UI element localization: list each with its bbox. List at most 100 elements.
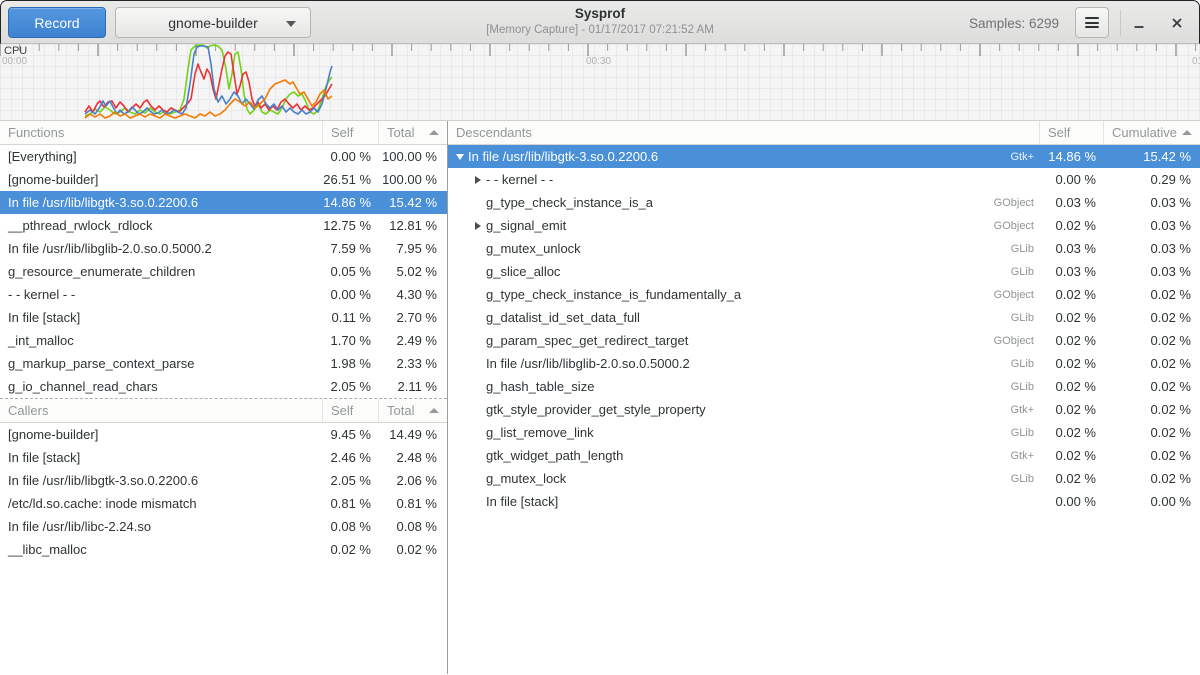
self-value: 0.02 % — [1040, 471, 1104, 486]
descendant-row[interactable]: g_type_check_instance_is_aGObject0.03 %0… — [448, 191, 1200, 214]
self-value: 0.02 % — [1040, 287, 1104, 302]
function-name: In file /usr/lib/libgtk-3.so.0.2200.6 — [0, 195, 323, 210]
cumulative-value: 0.03 % — [1104, 241, 1200, 256]
time-label: 00:00 — [2, 56, 27, 67]
cumulative-value: 0.02 % — [1104, 356, 1200, 371]
function-name: In file /usr/lib/libc-2.24.so — [0, 519, 323, 534]
descendant-name: gtk_style_provider_get_style_property — [486, 402, 706, 417]
self-value: 0.00 % — [323, 287, 379, 302]
cumulative-value: 0.03 % — [1104, 195, 1200, 210]
process-selector-dropdown[interactable]: gnome-builder — [115, 7, 311, 38]
descendant-name-cell: g_datalist_id_set_data_fullGLib — [448, 310, 1040, 325]
close-button[interactable] — [1161, 7, 1193, 38]
function-row[interactable]: _int_malloc1.70 %2.49 % — [0, 329, 447, 352]
descendant-row[interactable]: g_hash_table_sizeGLib0.02 %0.02 % — [448, 375, 1200, 398]
functions-column-header: Functions Self Total — [0, 121, 447, 145]
caller-row[interactable]: In file /usr/lib/libc-2.24.so0.08 %0.08 … — [0, 515, 447, 538]
function-row[interactable]: __pthread_rwlock_rdlock12.75 %12.81 % — [0, 214, 447, 237]
self-value: 9.45 % — [323, 427, 379, 442]
library-tag: GLib — [1011, 358, 1040, 370]
library-tag: GObject — [994, 289, 1040, 301]
triangle-right-icon — [475, 222, 481, 230]
total-value: 2.11 % — [379, 379, 447, 394]
descendant-row[interactable]: In file /usr/lib/libglib-2.0.so.0.5000.2… — [448, 352, 1200, 375]
column-header-total[interactable]: Total — [379, 121, 447, 144]
self-value: 1.70 % — [323, 333, 379, 348]
function-row[interactable]: g_resource_enumerate_children0.05 %5.02 … — [0, 260, 447, 283]
descendant-name-cell: g_mutex_unlockGLib — [448, 241, 1040, 256]
menu-button[interactable] — [1075, 7, 1109, 38]
cumulative-value: 0.00 % — [1104, 494, 1200, 509]
self-value: 0.02 % — [1040, 310, 1104, 325]
descendant-row[interactable]: In file [stack]0.00 %0.00 % — [448, 490, 1200, 513]
titlebar-separator — [1120, 10, 1121, 36]
self-value: 2.05 % — [323, 379, 379, 394]
descendant-row[interactable]: g_param_spec_get_redirect_targetGObject0… — [448, 329, 1200, 352]
descendant-name-cell: g_list_remove_linkGLib — [448, 425, 1040, 440]
self-value: 12.75 % — [323, 218, 379, 233]
descendant-name-cell: In file /usr/lib/libgtk-3.so.0.2200.6Gtk… — [448, 149, 1040, 164]
record-button[interactable]: Record — [8, 7, 106, 38]
column-header-callers[interactable]: Callers — [0, 399, 323, 422]
descendant-row[interactable]: g_signal_emitGObject0.02 %0.03 % — [448, 214, 1200, 237]
descendant-row[interactable]: gtk_widget_path_lengthGtk+0.02 %0.02 % — [448, 444, 1200, 467]
descendant-row[interactable]: g_slice_allocGLib0.03 %0.03 % — [448, 260, 1200, 283]
expander-open-icon[interactable] — [452, 154, 468, 160]
function-name: __libc_malloc — [0, 542, 323, 557]
total-value: 2.48 % — [379, 450, 447, 465]
total-value: 15.42 % — [379, 195, 447, 210]
descendant-name: - - kernel - - — [486, 172, 553, 187]
self-value: 0.02 % — [1040, 448, 1104, 463]
column-header-functions[interactable]: Functions — [0, 121, 323, 144]
descendant-row[interactable]: g_list_remove_linkGLib0.02 %0.02 % — [448, 421, 1200, 444]
caller-row[interactable]: In file [stack]2.46 %2.48 % — [0, 446, 447, 469]
descendant-name-cell: In file /usr/lib/libglib-2.0.so.0.5000.2… — [448, 356, 1040, 371]
function-row[interactable]: [Everything]0.00 %100.00 % — [0, 145, 447, 168]
function-row[interactable]: In file [stack]0.11 %2.70 % — [0, 306, 447, 329]
caller-row[interactable]: __libc_malloc0.02 %0.02 % — [0, 538, 447, 561]
descendant-row[interactable]: g_type_check_instance_is_fundamentally_a… — [448, 283, 1200, 306]
caller-row[interactable]: /etc/ld.so.cache: inode mismatch0.81 %0.… — [0, 492, 447, 515]
column-header-descendants[interactable]: Descendants — [448, 121, 1040, 144]
column-header-cumulative[interactable]: Cumulative — [1104, 121, 1200, 144]
column-header-self[interactable]: Self — [1040, 121, 1104, 144]
total-value: 14.49 % — [379, 427, 447, 442]
descendant-row[interactable]: In file /usr/lib/libgtk-3.so.0.2200.6Gtk… — [448, 145, 1200, 168]
descendant-name-cell: g_hash_table_sizeGLib — [448, 379, 1040, 394]
library-tag: GLib — [1011, 312, 1040, 324]
triangle-down-icon — [456, 154, 464, 160]
functions-list: [Everything]0.00 %100.00 %[gnome-builder… — [0, 145, 447, 399]
expander-closed-icon[interactable] — [470, 222, 486, 230]
descendant-row[interactable]: gtk_style_provider_get_style_propertyGtk… — [448, 398, 1200, 421]
descendant-row[interactable]: - - kernel - -0.00 %0.29 % — [448, 168, 1200, 191]
descendant-name: g_slice_alloc — [486, 264, 560, 279]
descendant-name: g_hash_table_size — [486, 379, 594, 394]
descendant-row[interactable]: g_mutex_unlockGLib0.03 %0.03 % — [448, 237, 1200, 260]
self-value: 0.02 % — [1040, 379, 1104, 394]
function-name: [gnome-builder] — [0, 172, 323, 187]
function-row[interactable]: - - kernel - -0.00 %4.30 % — [0, 283, 447, 306]
descendant-row[interactable]: g_mutex_lockGLib0.02 %0.02 % — [448, 467, 1200, 490]
cumulative-value: 0.02 % — [1104, 448, 1200, 463]
function-row[interactable]: [gnome-builder]26.51 %100.00 % — [0, 168, 447, 191]
total-value: 0.02 % — [379, 542, 447, 557]
function-row[interactable]: In file /usr/lib/libgtk-3.so.0.2200.614.… — [0, 191, 447, 214]
column-header-self[interactable]: Self — [323, 399, 379, 422]
self-value: 0.00 % — [1040, 494, 1104, 509]
function-row[interactable]: g_io_channel_read_chars2.05 %2.11 % — [0, 375, 447, 398]
caller-row[interactable]: In file /usr/lib/libgtk-3.so.0.2200.62.0… — [0, 469, 447, 492]
descendant-row[interactable]: g_datalist_id_set_data_fullGLib0.02 %0.0… — [448, 306, 1200, 329]
caller-row[interactable]: [gnome-builder]9.45 %14.49 % — [0, 423, 447, 446]
descendant-name: g_type_check_instance_is_fundamentally_a — [486, 287, 741, 302]
column-header-self[interactable]: Self — [323, 121, 379, 144]
cpu-usage-graph[interactable]: CPU 00:0000:3001:00 — [0, 44, 1200, 121]
cumulative-value: 0.02 % — [1104, 379, 1200, 394]
self-value: 0.02 % — [323, 542, 379, 557]
descendant-name-cell: g_mutex_lockGLib — [448, 471, 1040, 486]
function-row[interactable]: g_markup_parse_context_parse1.98 %2.33 % — [0, 352, 447, 375]
minimize-button[interactable] — [1123, 7, 1155, 38]
column-header-total[interactable]: Total — [379, 399, 447, 422]
close-icon — [1170, 16, 1184, 30]
expander-closed-icon[interactable] — [470, 176, 486, 184]
function-row[interactable]: In file /usr/lib/libglib-2.0.so.0.5000.2… — [0, 237, 447, 260]
